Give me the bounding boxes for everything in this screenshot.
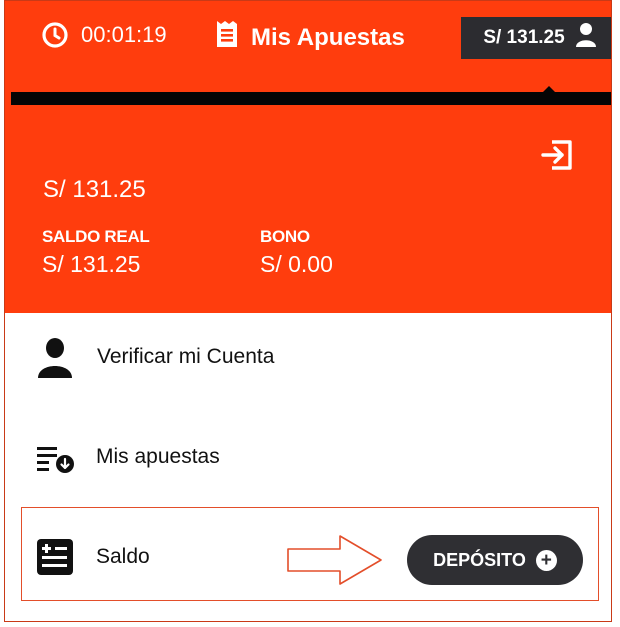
user-icon — [575, 22, 597, 54]
account-dropdown: 00:01:19 Mis Apuestas S/ 131.25 S/ 131.2… — [4, 0, 612, 622]
verify-account-label: Verificar mi Cuenta — [97, 345, 275, 368]
user-silhouette-icon — [37, 337, 73, 384]
real-balance: SALDO REAL S/ 131.25 — [42, 227, 150, 278]
timer-value: 00:01:19 — [81, 22, 167, 47]
plus-icon: + — [535, 549, 557, 571]
balance-chip-value: S/ 131.25 — [483, 27, 565, 48]
real-balance-label: SALDO REAL — [42, 227, 150, 246]
deposit-label: DEPÓSITO — [433, 549, 526, 570]
balance-sheet-icon — [37, 539, 73, 580]
bet-list-icon — [37, 445, 75, 480]
logout-icon[interactable] — [540, 137, 576, 178]
receipt-icon — [215, 19, 239, 56]
bonus-label: BONO — [260, 227, 310, 246]
my-bets-header-link[interactable]: Mis Apuestas — [215, 19, 405, 56]
bonus-balance: BONO S/ 0.00 — [260, 227, 333, 278]
arrow-right-icon — [285, 533, 385, 592]
account-header: 00:01:19 Mis Apuestas S/ 131.25 S/ 131.2… — [5, 1, 611, 313]
menu-item-verify-account[interactable]: Verificar mi Cuenta — [5, 335, 611, 381]
real-balance-value: S/ 131.25 — [42, 251, 141, 277]
balance-chip[interactable]: S/ 131.25 — [461, 17, 611, 59]
header-title: Mis Apuestas — [251, 23, 405, 51]
header-divider — [11, 92, 611, 105]
menu-item-my-bets[interactable]: Mis apuestas — [5, 441, 611, 477]
deposit-button[interactable]: DEPÓSITO + — [407, 535, 583, 585]
session-timer: 00:01:19 — [41, 21, 167, 49]
bonus-value: S/ 0.00 — [260, 251, 333, 277]
dropdown-pointer — [538, 86, 560, 97]
my-bets-label: Mis apuestas — [96, 445, 220, 468]
balance-label: Saldo — [96, 545, 150, 568]
clock-icon — [41, 21, 69, 49]
total-balance: S/ 131.25 — [43, 176, 146, 203]
